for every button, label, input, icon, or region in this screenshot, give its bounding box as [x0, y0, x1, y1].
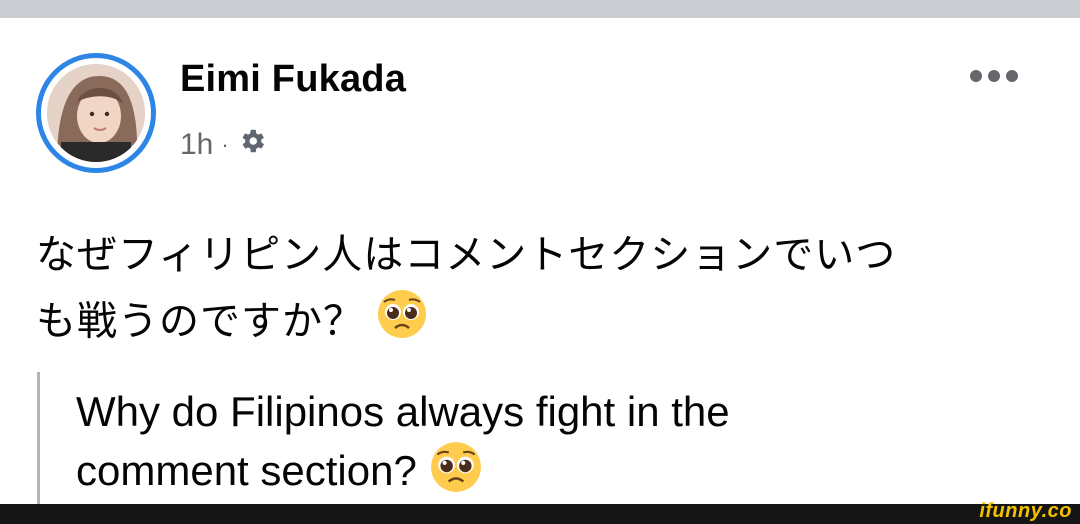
post-text-jp-line-2-text: も戦うのですか？ — [36, 299, 364, 344]
gear-icon[interactable] — [237, 126, 267, 164]
meta-separator: · — [221, 132, 229, 157]
post-meta: 1h · — [180, 126, 267, 164]
author-name[interactable]: Eimi Fukada — [180, 58, 406, 101]
top-bar — [0, 0, 1080, 18]
post-time[interactable]: 1h — [180, 128, 213, 162]
ifunny-watermark: ifunny.co — [979, 500, 1072, 522]
quote-bar — [37, 372, 40, 512]
bottom-bar: ifunny.co — [0, 500, 1080, 524]
post-text-english: Why do Filipinos always fight in the com… — [76, 383, 1036, 508]
post-text-en-line-1: Why do Filipinos always fight in the — [76, 388, 730, 435]
post-text-en-line-2-text: comment section? — [76, 447, 417, 495]
avatar[interactable] — [36, 53, 156, 173]
post-text-jp-line-1: なぜフィリピン人はコメントセクションでいつ — [36, 233, 897, 277]
post-text-en-line-2: comment section? — [76, 440, 1036, 508]
pleading-face-emoji — [376, 288, 428, 360]
avatar-photo — [47, 64, 145, 162]
post-text-jp-line-2: も戦うのですか？ — [36, 288, 1056, 360]
more-options-icon[interactable] — [970, 70, 1018, 82]
post-text-japanese: なぜフィリピン人はコメントセクションでいつ も戦うのですか？ — [36, 222, 1056, 360]
pleading-face-emoji — [429, 440, 483, 508]
